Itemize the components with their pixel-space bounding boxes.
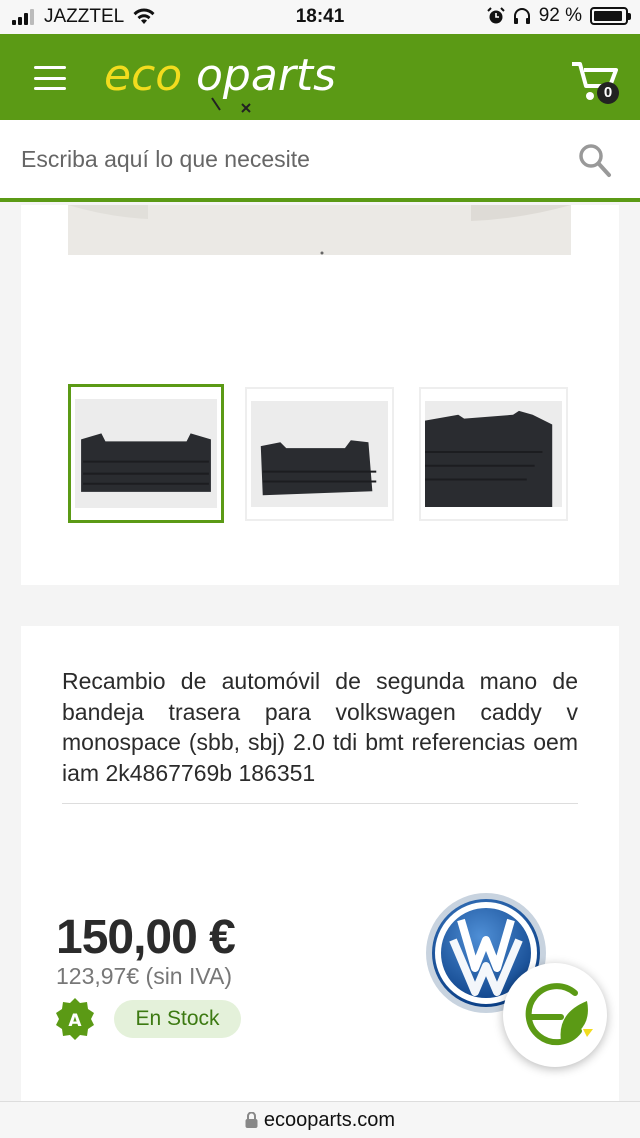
url-text: ecooparts.com (263, 1109, 396, 1131)
cart-icon[interactable] (568, 50, 628, 110)
thumbnail-3[interactable] (419, 387, 568, 521)
product-title: Recambio de automóvil de segunda mano de… (62, 668, 578, 786)
thumbnail-1[interactable] (68, 384, 224, 523)
app-header: eco oparts 0 (0, 34, 640, 120)
headphones-icon (513, 8, 530, 24)
ecooparts-logo[interactable]: eco oparts (104, 44, 374, 114)
search-bar[interactable]: Escriba aquí lo que necesite (0, 120, 640, 202)
svg-text:oparts: oparts (196, 50, 336, 101)
svg-text:eco: eco (104, 50, 182, 101)
battery-icon (590, 7, 631, 25)
stock-status-badge: En Stock (114, 1000, 241, 1038)
cart-count-badge: 0 (597, 82, 619, 104)
svg-text:A: A (68, 1011, 82, 1031)
eco-chat-button[interactable] (503, 963, 607, 1067)
status-bar: JAZZTEL 18:41 92 % (0, 0, 640, 34)
grade-a-badge-icon: A (56, 998, 94, 1040)
browser-url-bar[interactable]: ecooparts.com (0, 1101, 640, 1138)
price-without-vat: 123,97€ (sin IVA) (56, 963, 233, 989)
ecooparts-eco-icon (525, 983, 593, 1046)
status-right: 92 % (486, 5, 631, 27)
thumbnail-2[interactable] (245, 387, 394, 521)
search-input[interactable]: Escriba aquí lo que necesite (21, 146, 310, 173)
divider (62, 803, 578, 804)
product-price: 150,00 € (56, 911, 236, 964)
menu-icon[interactable] (34, 66, 66, 90)
main-product-image[interactable] (68, 205, 571, 255)
lock-icon (245, 1112, 258, 1128)
product-info-card: Recambio de automóvil de segunda mano de… (21, 626, 619, 1101)
battery-percent: 92 % (538, 5, 582, 26)
alarm-icon (486, 7, 505, 24)
search-icon[interactable] (578, 143, 612, 179)
gallery-card (21, 205, 619, 585)
